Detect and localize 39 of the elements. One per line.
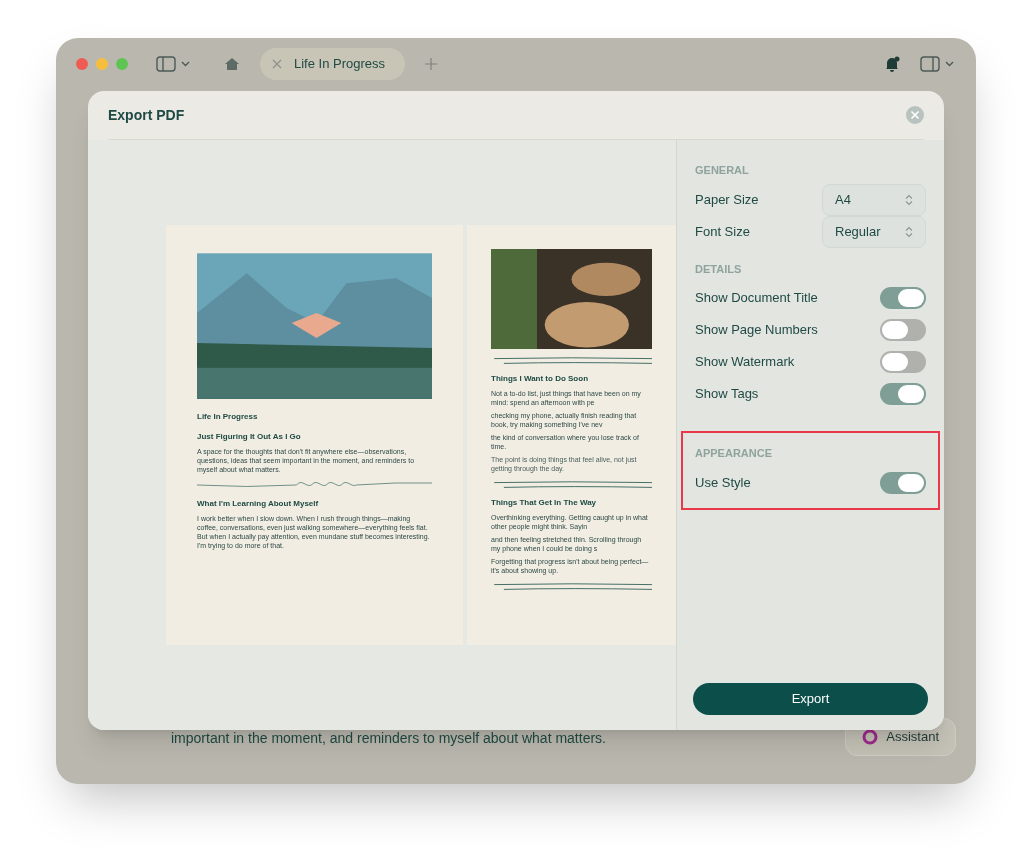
dialog-title: Export PDF <box>108 105 185 125</box>
zoom-window-button[interactable] <box>116 58 128 70</box>
setting-label: Paper Size <box>695 190 759 209</box>
chevron-updown-icon <box>905 193 913 206</box>
page-title: Life In Progress <box>197 411 259 423</box>
section-heading: Just Figuring It Out As I Go <box>197 431 302 443</box>
section-heading: GENERAL <box>695 163 750 178</box>
setting-label: Use Style <box>695 473 751 492</box>
toggle-switch[interactable] <box>880 319 926 341</box>
minimize-window-button[interactable] <box>96 58 108 70</box>
section-heading: Things That Get In The Way <box>491 497 598 509</box>
toggle-switch[interactable] <box>880 471 926 494</box>
plus-icon[interactable] <box>425 58 438 70</box>
home-icon[interactable] <box>224 56 240 72</box>
setting-label: Show Watermark <box>695 353 795 372</box>
document-tab[interactable]: Life In Progress <box>260 48 406 80</box>
sidebar-toggle-icon[interactable] <box>156 56 192 72</box>
toggle-switch[interactable] <box>880 383 926 405</box>
setting-label: Font Size <box>695 222 750 241</box>
section-heading: What I'm Learning About Myself <box>197 498 320 510</box>
select-field[interactable]: Regular <box>822 215 926 248</box>
section-heading: Things I Want to Do Soon <box>491 373 590 385</box>
section-heading: APPEARANCE <box>695 446 773 461</box>
ring-icon <box>862 729 879 745</box>
bell-icon[interactable] <box>884 56 900 72</box>
toggle-switch[interactable] <box>880 287 926 309</box>
setting-label: Show Tags <box>695 385 759 404</box>
panel-toggle-icon[interactable] <box>920 56 956 72</box>
select-field[interactable]: A4 <box>822 183 926 216</box>
chevron-updown-icon <box>905 225 913 238</box>
export-button[interactable]: Export <box>693 683 928 715</box>
close-window-button[interactable] <box>76 58 88 70</box>
document-text: important in the moment, and reminders to myself about what matters. <box>171 729 606 748</box>
section-heading: DETAILS <box>695 261 743 277</box>
setting-label: Show Document Title <box>695 289 818 308</box>
close-icon[interactable] <box>906 106 924 124</box>
setting-label: Show Page Numbers <box>695 321 818 340</box>
close-icon[interactable] <box>272 59 282 69</box>
toggle-switch[interactable] <box>880 351 926 373</box>
